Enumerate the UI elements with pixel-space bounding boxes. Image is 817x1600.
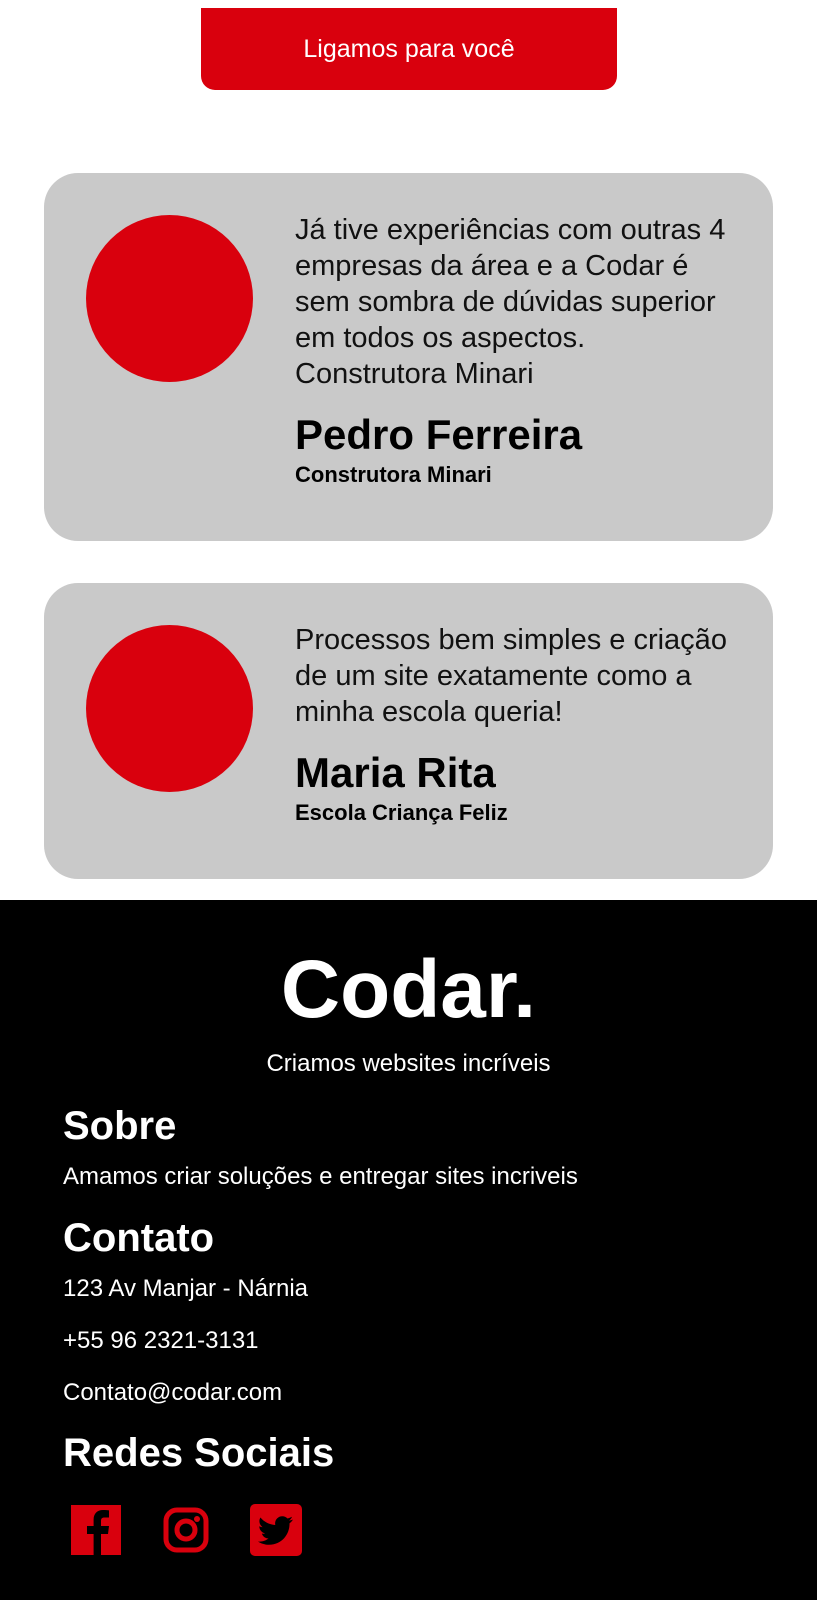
testimonial-body: Processos bem simples e criação de um si…: [295, 622, 743, 826]
contato-heading: Contato: [63, 1216, 215, 1260]
instagram-icon[interactable]: [160, 1504, 212, 1556]
testimonial-author: Pedro Ferreira: [295, 411, 583, 458]
testimonial-quote: Já tive experiências com outras 4 empres…: [295, 214, 726, 390]
testimonial-card: Processos bem simples e criação de um si…: [44, 583, 773, 879]
sobre-text: Amamos criar soluções e entregar sites i…: [63, 1163, 578, 1190]
twitter-icon[interactable]: [250, 1504, 302, 1556]
footer-logo: Codar.: [280, 944, 537, 1035]
sobre-heading: Sobre: [63, 1104, 177, 1148]
testimonial-author: Maria Rita: [295, 749, 496, 796]
contact-email[interactable]: Contato@codar.com: [63, 1378, 797, 1408]
contact-phone[interactable]: +55 96 2321-3131: [63, 1326, 797, 1356]
facebook-icon[interactable]: [70, 1504, 122, 1556]
testimonial-body: Já tive experiências com outras 4 empres…: [295, 212, 743, 488]
site-footer: Codar. Criamos websites incríveis Sobre …: [0, 900, 817, 1600]
contact-address: 123 Av Manjar - Nárnia: [63, 1275, 309, 1302]
social-links: [70, 1504, 302, 1556]
avatar: [86, 215, 253, 382]
testimonial-company: Construtora Minari: [295, 462, 492, 487]
call-me-button[interactable]: Ligamos para você: [201, 8, 617, 90]
redes-sociais-heading: Redes Sociais: [63, 1431, 335, 1475]
avatar: [86, 625, 253, 792]
testimonial-card: Já tive experiências com outras 4 empres…: [44, 173, 773, 541]
testimonial-company: Escola Criança Feliz: [295, 800, 508, 825]
footer-tagline: Criamos websites incríveis: [266, 1050, 551, 1077]
testimonial-quote: Processos bem simples e criação de um si…: [295, 624, 727, 728]
